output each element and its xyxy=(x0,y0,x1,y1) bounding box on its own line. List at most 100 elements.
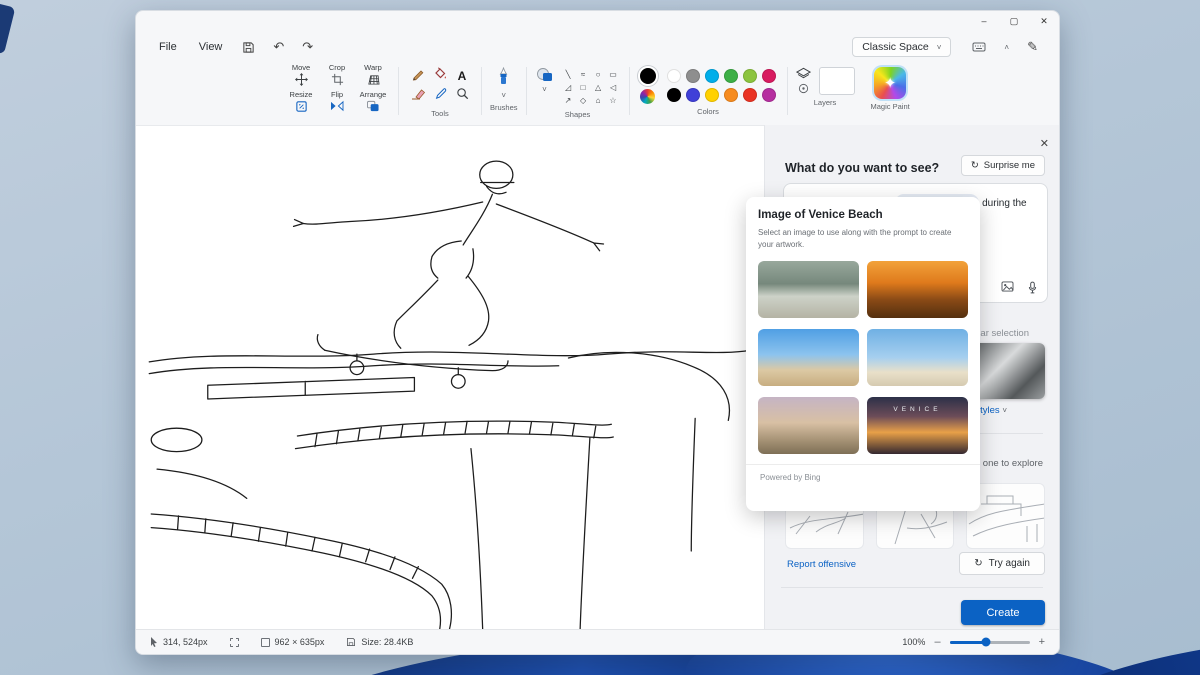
crop-tool[interactable]: Crop xyxy=(320,63,354,90)
color-swatch[interactable] xyxy=(667,69,681,83)
layers-icon[interactable] xyxy=(796,67,811,79)
shape-option[interactable]: ○ xyxy=(596,70,601,79)
color-swatch[interactable] xyxy=(686,88,700,102)
color-swatch[interactable] xyxy=(724,69,738,83)
close-panel-icon[interactable]: ✕ xyxy=(1040,137,1049,150)
popup-subtitle: Select an image to use along with the pr… xyxy=(758,227,958,251)
color-swatch[interactable] xyxy=(743,88,757,102)
view-menu[interactable]: View xyxy=(190,38,232,56)
color-swatch[interactable] xyxy=(705,69,719,83)
layers-group: Layers xyxy=(796,63,855,107)
shape-option[interactable]: □ xyxy=(581,83,586,92)
shape-fill-options[interactable]: ˅ xyxy=(535,63,555,107)
surprise-me-button[interactable]: ↻ Surprise me xyxy=(961,155,1045,176)
zoom-slider-handle[interactable] xyxy=(981,638,990,647)
keyboard-icon[interactable] xyxy=(965,40,993,55)
microphone-icon[interactable] xyxy=(1028,281,1037,294)
eraser-tool[interactable] xyxy=(411,87,425,105)
color-swatch[interactable] xyxy=(724,88,738,102)
color-wheel-icon[interactable] xyxy=(640,89,655,104)
arrange-icon xyxy=(366,100,380,112)
panel-title: What do you want to see? xyxy=(785,161,939,175)
selection-icon xyxy=(230,638,239,647)
color-swatch[interactable] xyxy=(743,69,757,83)
resize-tool[interactable]: Resize xyxy=(284,90,318,117)
divider xyxy=(781,587,1043,588)
boardwalk-palm-trees-photo[interactable] xyxy=(758,261,859,318)
lifeguard-tower-photo[interactable] xyxy=(867,329,968,386)
venice-sign-photo[interactable]: VENICE xyxy=(867,397,968,454)
add-image-icon[interactable] xyxy=(1001,281,1014,292)
try-again-button[interactable]: ↻ Try again xyxy=(959,552,1045,575)
beachfront-buildings-photo[interactable] xyxy=(758,329,859,386)
colors-group-label: Colors xyxy=(697,107,719,116)
dusk-palm-trees-photo[interactable] xyxy=(758,397,859,454)
collapse-ribbon-icon[interactable]: ˄ xyxy=(997,41,1016,54)
shape-option[interactable]: ≈ xyxy=(581,70,585,79)
shape-option[interactable]: ▭ xyxy=(609,70,617,79)
target-icon[interactable] xyxy=(798,83,809,94)
flip-icon xyxy=(330,100,344,112)
brushes-group-label: Brushes xyxy=(490,103,518,112)
warp-tool[interactable]: Warp xyxy=(356,63,390,90)
theme-label: Classic Space xyxy=(862,41,929,53)
venice-sign-text: VENICE xyxy=(867,406,968,413)
shape-option[interactable]: △ xyxy=(595,83,601,92)
eraser-icon xyxy=(411,88,425,100)
fill-tool[interactable] xyxy=(433,67,447,86)
canvas-size-icon xyxy=(261,638,270,647)
layers-group-label: Layers xyxy=(814,98,837,107)
shape-option[interactable]: ☆ xyxy=(609,96,616,105)
eyedropper-tool[interactable] xyxy=(434,87,447,105)
skater-sketch xyxy=(136,126,764,629)
color-swatch[interactable] xyxy=(762,88,776,102)
redo-icon[interactable]: ↷ xyxy=(295,37,320,57)
pen-icon[interactable]: ✎ xyxy=(1020,37,1045,57)
magnifier-tool[interactable] xyxy=(456,87,469,105)
close-button[interactable]: ✕ xyxy=(1029,11,1059,31)
color-swatch[interactable] xyxy=(705,88,719,102)
flip-tool[interactable]: Flip xyxy=(320,90,354,117)
create-button[interactable]: Create xyxy=(961,600,1045,625)
refresh-icon: ↻ xyxy=(971,160,979,171)
brushes-group[interactable]: ˅ Brushes xyxy=(490,63,518,112)
current-color-swatch[interactable] xyxy=(638,66,658,86)
titlebar[interactable]: – ▢ ✕ xyxy=(136,11,1059,33)
color-palette xyxy=(665,66,779,104)
popup-image-grid: VENICE xyxy=(758,261,968,454)
layer-thumbnail[interactable] xyxy=(819,67,855,95)
undo-icon[interactable]: ↶ xyxy=(266,37,291,57)
shape-option[interactable]: ◿ xyxy=(565,83,571,92)
move-tool[interactable]: Move xyxy=(284,63,318,90)
shape-option[interactable]: ⌂ xyxy=(596,96,601,105)
color-swatch[interactable] xyxy=(686,69,700,83)
save-icon[interactable] xyxy=(235,39,262,56)
shape-option[interactable]: ◁ xyxy=(610,83,616,92)
minimize-button[interactable]: – xyxy=(969,11,999,31)
zoom-slider[interactable] xyxy=(950,641,1030,644)
transform-group: Move Crop Warp Resize Flip xyxy=(284,63,390,117)
shape-option[interactable]: ↗ xyxy=(565,96,572,105)
zoom-out-button[interactable]: – xyxy=(934,636,940,648)
chevron-down-icon: ˅ xyxy=(501,91,506,100)
sunset-skatepark-photo[interactable] xyxy=(867,261,968,318)
zoom-in-button[interactable]: + xyxy=(1039,636,1045,648)
file-size: Size: 28.4KB xyxy=(346,637,413,647)
magic-paint-button[interactable]: ✦ Magic Paint xyxy=(871,63,910,111)
shapes-group-label: Shapes xyxy=(565,110,590,119)
shape-option[interactable]: ◇ xyxy=(580,96,586,105)
pencil-icon xyxy=(411,67,425,81)
file-menu[interactable]: File xyxy=(150,38,186,56)
text-tool[interactable]: A xyxy=(458,69,467,83)
magnifier-icon xyxy=(456,87,469,100)
paint-window: – ▢ ✕ File View ↶ ↷ Classic Space ˅ ˄ ✎ … xyxy=(135,10,1060,655)
drawing-canvas[interactable] xyxy=(136,125,764,629)
color-swatch[interactable] xyxy=(667,88,681,102)
color-swatch[interactable] xyxy=(762,69,776,83)
arrange-tool[interactable]: Arrange xyxy=(356,90,390,117)
pencil-tool[interactable] xyxy=(411,67,425,86)
report-offensive-link[interactable]: Report offensive xyxy=(787,559,856,570)
maximize-button[interactable]: ▢ xyxy=(999,11,1029,31)
style-theme-dropdown[interactable]: Classic Space ˅ xyxy=(852,37,951,57)
shape-option[interactable]: ╲ xyxy=(566,70,571,79)
